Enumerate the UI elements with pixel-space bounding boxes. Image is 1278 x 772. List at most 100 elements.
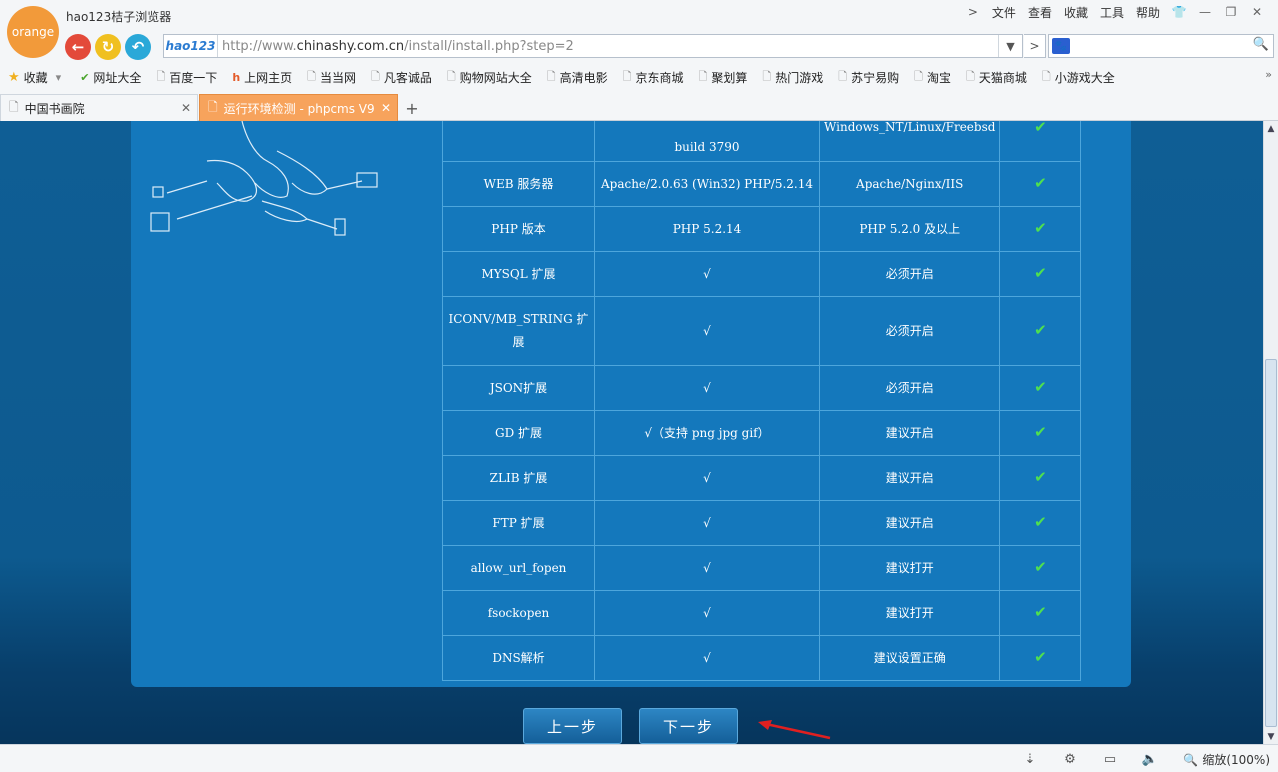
scroll-up-icon[interactable]: ▲ [1264,121,1278,136]
page-icon: 🗋 [1041,69,1051,83]
hao123-logo[interactable]: hao123 [164,35,218,57]
refresh-button[interactable]: ↻ [95,34,121,60]
bookmark-favorites[interactable]: ★ 收藏 ▾ [8,69,65,86]
url-prefix: http://www. [222,38,297,54]
bookmarks-bar: ★ 收藏 ▾ ✔ 网址大全 🗋 百度一下 h 上网主页 🗋 当当网 🗋 凡客诚品 🗋 购物网站大… [0,64,1278,90]
cell-item: fsockopen [442,590,595,636]
page-icon: 🗋 [208,99,218,114]
page-icon: 🗋 [966,69,975,83]
chevron-down-icon[interactable]: ▼ [998,35,1022,57]
cell-ok: ✔ [999,455,1082,501]
bookmark-label: 网址大全 [93,70,142,85]
check-icon: ✔ [1034,321,1047,339]
bookmark-item[interactable]: 🗋 百度一下 [156,68,217,87]
bookmark-item[interactable]: 🗋 小游戏大全 [1042,68,1115,87]
bookmark-item[interactable]: 🗋 凡客诚品 [371,68,432,87]
cell-ok: ✔ [999,365,1082,411]
cell-ok: ✔ [999,251,1082,297]
minimize-icon[interactable]: — [1192,5,1218,19]
plus-icon: + [405,98,419,118]
close-icon[interactable]: ✕ [1244,5,1270,19]
go-button[interactable]: > [1024,34,1046,58]
restore-icon[interactable]: ❐ [1218,5,1244,19]
bookmark-item[interactable]: 🗋 高清电影 [547,68,608,87]
bookmark-item[interactable]: 🗋 天猫商城 [966,68,1027,87]
menu-view[interactable]: 查看 [1022,4,1058,21]
scroll-thumb[interactable] [1265,359,1277,727]
bookmark-label: 京东商城 [635,70,684,85]
chevron-right-icon[interactable]: > [960,5,986,19]
search-icon[interactable]: 🔍 [1253,37,1269,52]
search-input[interactable]: 🐾 🔍 [1048,34,1274,58]
table-row: ZLIB 扩展 √ 建议开启 ✔ [442,455,1082,501]
bookmarks-more-icon[interactable]: » [1265,68,1272,81]
hao-icon: ✔ [80,70,90,84]
cell-required: 必须开启 [818,365,1001,411]
zoom-control[interactable]: 🔍 缩放(100%) [1183,751,1270,768]
bookmark-item[interactable]: h 上网主页 [232,69,292,86]
bookmark-item[interactable]: ✔ 网址大全 [80,69,141,86]
cell-ok: ✔ [999,410,1082,456]
scroll-down-icon[interactable]: ▼ [1264,729,1278,744]
bookmark-item[interactable]: 🗋 京东商城 [623,68,684,87]
baidu-paw-icon[interactable]: 🐾 [1052,38,1070,54]
tab-close-icon[interactable]: ✕ [181,101,191,115]
bookmark-item[interactable]: 🗋 苏宁易购 [838,68,899,87]
table-row: FTP 扩展 √ 建议开启 ✔ [442,500,1082,546]
volume-icon[interactable]: 🔈 [1140,750,1160,768]
bookmark-label: 小游戏大全 [1054,70,1115,85]
new-tab-button[interactable]: + [402,98,422,118]
undo-icon: ↶ [131,38,145,56]
bookmark-item[interactable]: 🗋 淘宝 [914,68,951,87]
gear-icon[interactable]: ⚙ [1060,750,1080,768]
bookmark-label: 收藏 [23,70,48,85]
browser-logo[interactable]: orange [7,6,59,58]
cell-ok: ✔ [999,206,1082,252]
undo-button[interactable]: ↶ [125,34,151,60]
address-bar[interactable]: hao123 http://www.chinashy.com.cn/instal… [163,34,1023,58]
cell-current: √ [594,545,820,591]
page-icon: 🗋 [546,69,556,83]
bookmark-item[interactable]: 🗋 当当网 [307,68,356,87]
bookmark-item[interactable]: 🗋 聚划算 [699,68,748,87]
tab-env-check[interactable]: 🗋 运行环境检测 - phpcms V9 ✕ [199,94,398,121]
menu-file[interactable]: 文件 [986,4,1022,21]
menu-bar: > 文件 查看 收藏 工具 帮助 👕 — ❐ ✕ [960,3,1270,21]
page-icon: 🗋 [698,69,708,83]
menu-help[interactable]: 帮助 [1130,4,1166,21]
environment-check-table: 操作系统 build 3790 Windows_NT/Linux/Freebsd… [442,121,1082,681]
cell-required: 建议打开 [818,545,1001,591]
install-panel: 操作系统 build 3790 Windows_NT/Linux/Freebsd… [131,121,1131,687]
check-icon: ✔ [1034,513,1047,531]
hao-icon: h [232,70,241,84]
browser-chrome: orange hao123桔子浏览器 > 文件 查看 收藏 工具 帮助 👕 — … [0,0,1278,121]
address-url[interactable]: http://www.chinashy.com.cn/install/insta… [218,39,998,54]
check-icon: ✔ [1034,603,1047,621]
menu-tools[interactable]: 工具 [1094,4,1130,21]
bookmark-item[interactable]: 🗋 热门游戏 [762,68,823,87]
vertical-scrollbar[interactable]: ▲ ▼ [1263,121,1278,744]
table-row: allow_url_fopen √ 建议打开 ✔ [442,545,1082,591]
back-button[interactable]: ← [65,34,91,60]
bookmark-label: 凡客诚品 [383,70,432,85]
cell-current: √ [594,251,820,297]
cell-required: Apache/Nginx/IIS [818,161,1001,207]
skin-icon[interactable]: 👕 [1166,5,1192,19]
cell-item: FTP 扩展 [442,500,595,546]
check-icon: ✔ [1034,648,1047,666]
cell-required: 建议设置正确 [818,635,1001,681]
tab-chinese-painting[interactable]: 🗋 中国书画院 ✕ [0,94,198,121]
bookmark-label: 热门游戏 [775,70,824,85]
menu-favorites[interactable]: 收藏 [1058,4,1094,21]
table-row: JSON扩展 √ 必须开启 ✔ [442,365,1082,411]
page-icon: 🗋 [914,69,924,83]
bookmark-item[interactable]: 🗋 购物网站大全 [447,68,532,87]
screen-icon[interactable]: ▭ [1100,750,1120,768]
cell-ok: ✔ [999,590,1082,636]
network-illustration [150,121,378,236]
download-icon[interactable]: ⇣ [1020,750,1040,768]
cell-item: WEB 服务器 [442,161,595,207]
tab-close-icon[interactable]: ✕ [381,101,391,115]
next-step-button[interactable]: 下一步 [639,708,738,744]
prev-step-button[interactable]: 上一步 [523,708,622,744]
